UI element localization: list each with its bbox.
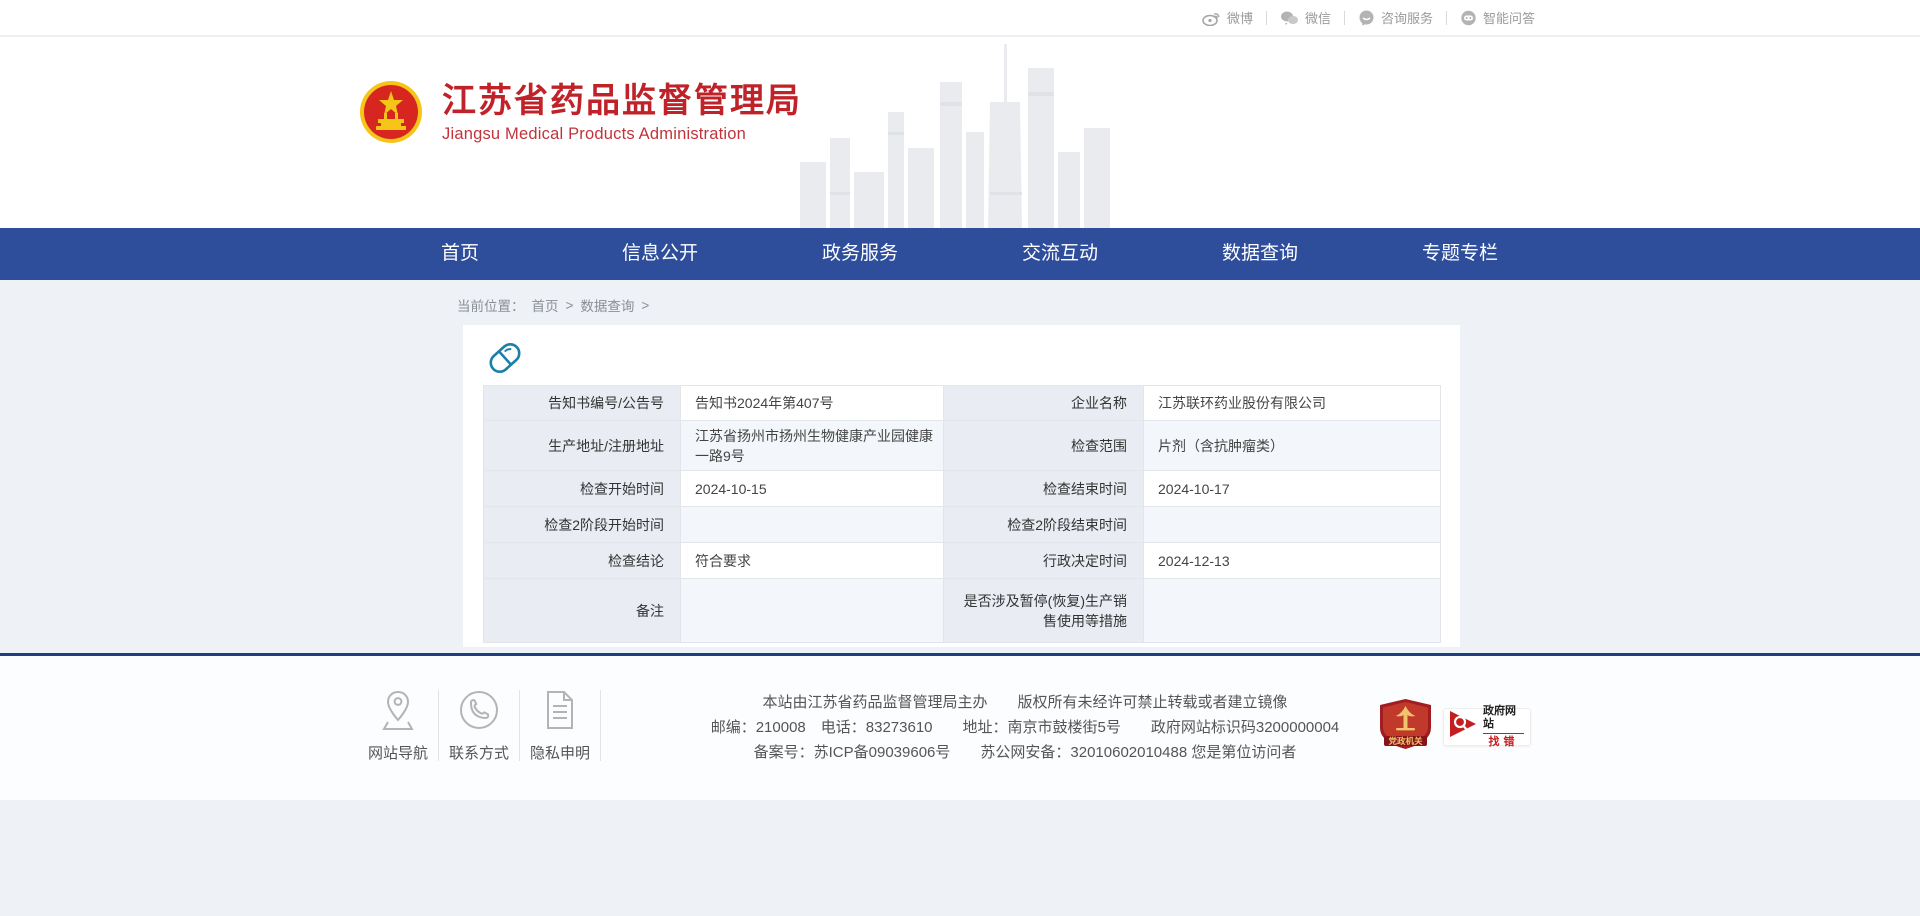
site-title: 江苏省药品监督管理局 (442, 81, 802, 121)
footer-quick-links: 网站导航 联系方式 隐私申明 (358, 688, 601, 763)
badge-find-sub: 找错 (1489, 736, 1519, 749)
field-label-address: 生产地址/注册地址 (484, 421, 681, 471)
nav-item-gov-services[interactable]: 政务服务 (810, 228, 910, 280)
svg-text:党政机关: 党政机关 (1388, 736, 1423, 746)
field-label-phase2-start: 检查2阶段开始时间 (484, 507, 681, 543)
field-label-conclusion: 检查结论 (484, 543, 681, 579)
footer-info-text: 本站由江苏省药品监督管理局主办 版权所有未经许可禁止转载或者建立镜像 邮编：21… (620, 690, 1430, 765)
table-row: 告知书编号/公告号 告知书2024年第407号 企业名称 江苏联环药业股份有限公… (484, 386, 1441, 421)
gov-site-error-report-badge[interactable]: 政府网站 找错 (1443, 708, 1531, 746)
field-label-phase2-end: 检查2阶段结束时间 (944, 507, 1144, 543)
field-value-decision-date: 2024-12-13 (1144, 543, 1441, 579)
footer-badges: 党政机关 政府网站 找错 (1378, 698, 1531, 755)
top-utility-bar: 微博 微信 咨询服务 智能问答 (0, 0, 1920, 36)
phone-icon (457, 688, 501, 732)
footer-link-label: 网站导航 (368, 742, 428, 763)
badge-find-title: 政府网站 (1483, 705, 1524, 734)
field-value-phase2-start (681, 507, 944, 543)
robot-icon (1460, 10, 1477, 26)
weibo-label: 微博 (1227, 8, 1253, 27)
breadcrumb-separator: > (566, 298, 574, 313)
site-subtitle: Jiangsu Medical Products Administration (442, 125, 802, 144)
field-value-remarks (681, 579, 944, 643)
smart-qa-link[interactable]: 智能问答 (1447, 8, 1548, 27)
breadcrumb-data-query-link[interactable]: 数据查询 (580, 295, 634, 315)
table-row: 检查开始时间 2024-10-15 检查结束时间 2024-10-17 (484, 471, 1441, 507)
document-icon (541, 688, 579, 732)
field-value-phase2-end (1144, 507, 1441, 543)
footer-line-icp: 备案号：苏ICP备09039606号 苏公网安备：32010602010488 … (620, 740, 1430, 765)
footer-link-contact[interactable]: 联系方式 (439, 688, 519, 763)
field-value-suspension-measures (1144, 579, 1441, 643)
field-label-end-date: 检查结束时间 (944, 471, 1144, 507)
footer-link-privacy[interactable]: 隐私申明 (520, 688, 600, 763)
wechat-label: 微信 (1305, 8, 1331, 27)
footer-link-sitemap[interactable]: 网站导航 (358, 688, 438, 763)
field-value-conclusion: 符合要求 (681, 543, 944, 579)
nav-item-info-disclosure[interactable]: 信息公开 (610, 228, 710, 280)
consult-service-label: 咨询服务 (1381, 8, 1433, 27)
breadcrumb-separator: > (641, 298, 649, 313)
table-row: 备注 是否涉及暂停(恢复)生产销售使用等措施 (484, 579, 1441, 643)
field-value-company-name: 江苏联环药业股份有限公司 (1144, 386, 1441, 421)
footer-link-label: 联系方式 (449, 742, 509, 763)
magnifier-flag-icon (1448, 709, 1478, 744)
footer-line-host: 本站由江苏省药品监督管理局主办 版权所有未经许可禁止转载或者建立镜像 (620, 690, 1430, 715)
nav-item-interaction[interactable]: 交流互动 (1010, 228, 1110, 280)
field-value-notice-number: 告知书2024年第407号 (681, 386, 944, 421)
map-pin-icon (378, 688, 418, 732)
table-row: 生产地址/注册地址 江苏省扬州市扬州生物健康产业园健康一路9号 检查范围 片剂（… (484, 421, 1441, 471)
nav-item-home[interactable]: 首页 (410, 228, 510, 280)
party-gov-shield-badge[interactable]: 党政机关 (1378, 698, 1433, 755)
consult-service-link[interactable]: 咨询服务 (1345, 8, 1446, 27)
city-skyline-decoration (800, 42, 1110, 228)
main-nav: 首页 信息公开 政务服务 交流互动 数据查询 专题专栏 (0, 228, 1920, 280)
divider (600, 690, 601, 761)
field-label-notice-number: 告知书编号/公告号 (484, 386, 681, 421)
field-label-suspension-measures: 是否涉及暂停(恢复)生产销售使用等措施 (944, 579, 1144, 643)
footer-line-contact: 邮编：210008 电话：83273610 地址：南京市鼓楼街5号 政府网站标识… (620, 715, 1430, 740)
smart-qa-label: 智能问答 (1483, 8, 1535, 27)
national-emblem-icon (358, 79, 424, 145)
weibo-icon (1202, 10, 1221, 26)
wechat-icon (1280, 10, 1299, 26)
field-value-inspection-scope: 片剂（含抗肿瘤类） (1144, 421, 1441, 471)
field-label-decision-date: 行政决定时间 (944, 543, 1144, 579)
pill-icon (487, 339, 523, 377)
wechat-link[interactable]: 微信 (1267, 8, 1344, 27)
field-value-address: 江苏省扬州市扬州生物健康产业园健康一路9号 (681, 421, 944, 471)
inspection-detail-card: 告知书编号/公告号 告知书2024年第407号 企业名称 江苏联环药业股份有限公… (463, 325, 1460, 647)
field-value-end-date: 2024-10-17 (1144, 471, 1441, 507)
chat-bubble-icon (1358, 10, 1375, 26)
field-label-start-date: 检查开始时间 (484, 471, 681, 507)
site-header: 江苏省药品监督管理局 Jiangsu Medical Products Admi… (0, 37, 1920, 228)
nav-item-data-query[interactable]: 数据查询 (1210, 228, 1310, 280)
field-label-remarks: 备注 (484, 579, 681, 643)
footer: 网站导航 联系方式 隐私申明 本站由江苏省药品监督管理局主办 版权所有未经许可禁… (0, 656, 1920, 800)
field-label-company-name: 企业名称 (944, 386, 1144, 421)
table-row: 检查结论 符合要求 行政决定时间 2024-12-13 (484, 543, 1441, 579)
field-label-inspection-scope: 检查范围 (944, 421, 1144, 471)
table-row: 检查2阶段开始时间 检查2阶段结束时间 (484, 507, 1441, 543)
weibo-link[interactable]: 微博 (1189, 8, 1266, 27)
nav-item-special-topics[interactable]: 专题专栏 (1410, 228, 1510, 280)
breadcrumb-prefix: 当前位置： (457, 295, 525, 315)
footer-link-label: 隐私申明 (530, 742, 590, 763)
breadcrumb-home-link[interactable]: 首页 (532, 295, 559, 315)
inspection-detail-table: 告知书编号/公告号 告知书2024年第407号 企业名称 江苏联环药业股份有限公… (483, 385, 1441, 643)
field-value-start-date: 2024-10-15 (681, 471, 944, 507)
breadcrumb: 当前位置： 首页 > 数据查询 > (457, 295, 649, 315)
site-logo[interactable]: 江苏省药品监督管理局 Jiangsu Medical Products Admi… (358, 79, 802, 145)
